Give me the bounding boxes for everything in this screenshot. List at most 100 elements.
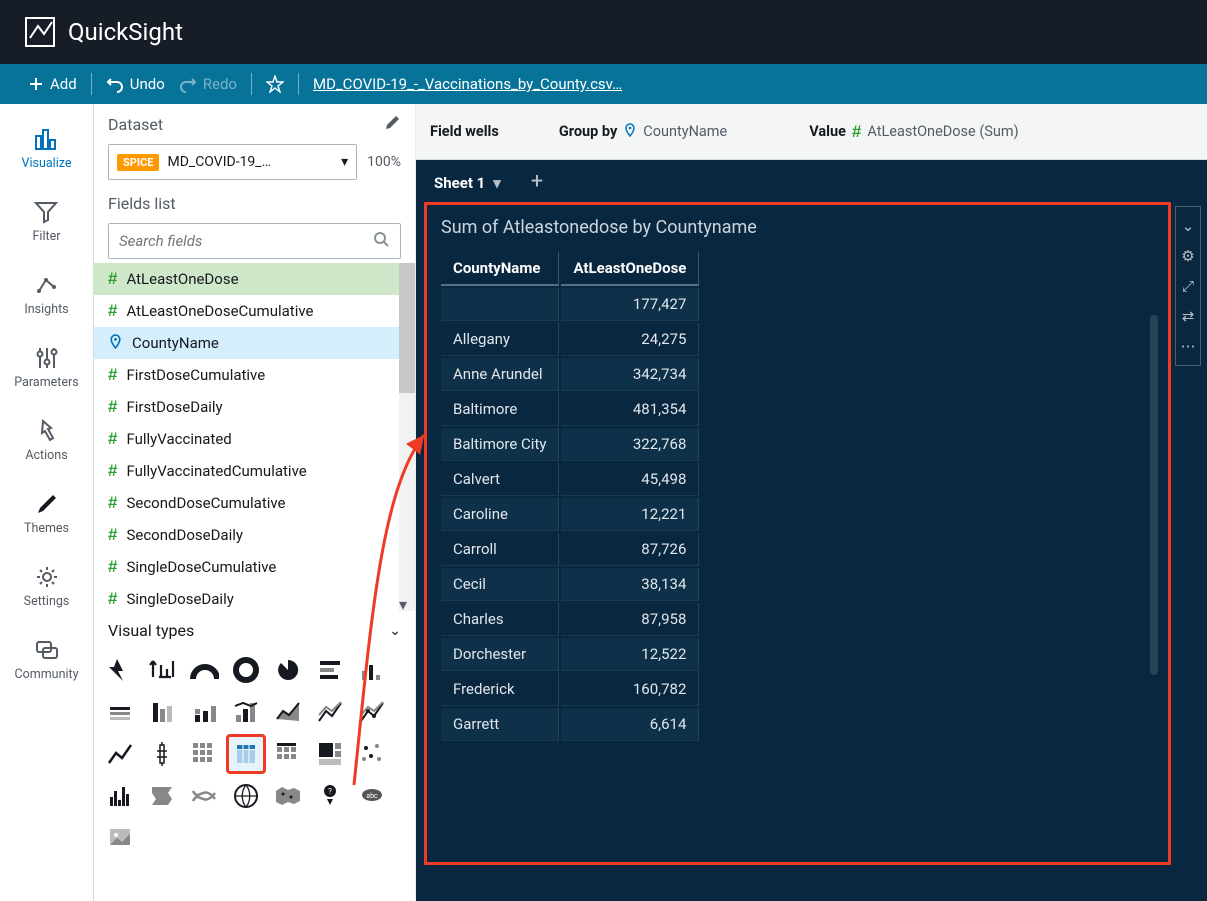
visual-type-option[interactable] [310, 692, 350, 732]
visual-type-option[interactable] [226, 734, 266, 774]
visual-type-option[interactable] [226, 650, 266, 690]
redo-button[interactable]: Redo [179, 75, 237, 93]
groupby-value[interactable]: CountyName [643, 123, 727, 140]
widget-toolbar: ⌄ ⚙ ⤢ ⇄ ⋯ [1175, 206, 1201, 366]
visual-type-option[interactable] [142, 692, 182, 732]
visual-type-option[interactable] [310, 734, 350, 774]
visual-type-option[interactable] [352, 734, 392, 774]
visual-type-option[interactable] [352, 692, 392, 732]
field-item[interactable]: #FirstDoseCumulative [94, 359, 415, 391]
visual-type-option[interactable] [352, 650, 392, 690]
canvas[interactable]: Sheet 1 ▾ + Sum of Atleastonedose by Cou… [416, 160, 1207, 901]
search-input[interactable] [119, 232, 364, 250]
visual-type-option[interactable] [100, 776, 140, 816]
table-scrollbar[interactable] [1150, 315, 1158, 675]
table-row[interactable]: Anne Arundel342,734 [441, 358, 699, 391]
location-icon [623, 123, 637, 141]
table-row[interactable]: Cecil38,134 [441, 568, 699, 601]
field-item[interactable]: #FirstDoseDaily [94, 391, 415, 423]
fields-scrollbar-thumb[interactable] [399, 263, 415, 393]
edit-dataset-icon[interactable] [385, 114, 401, 134]
nav-parameters[interactable]: Parameters [14, 339, 78, 396]
nav-insights[interactable]: Insights [24, 266, 68, 323]
table-row[interactable]: Caroline12,221 [441, 498, 699, 531]
visual-type-option[interactable] [268, 650, 308, 690]
table-header[interactable]: CountyName [441, 252, 559, 286]
search-fields[interactable] [108, 223, 401, 259]
visual-type-option[interactable]: abc [352, 776, 392, 816]
table-row[interactable]: Dorchester12,522 [441, 638, 699, 671]
visual-type-option[interactable] [184, 776, 224, 816]
visual-type-option[interactable] [142, 734, 182, 774]
sheet-tab[interactable]: Sheet 1 ▾ [426, 166, 509, 200]
field-item[interactable]: #SingleDoseDaily [94, 583, 415, 611]
field-label: FullyVaccinatedCumulative [126, 462, 306, 480]
visual-type-option[interactable] [100, 692, 140, 732]
collapse-icon[interactable]: ⌄ [389, 623, 401, 639]
fields-list-label: Fields list [108, 194, 176, 213]
gear-icon[interactable]: ⚙ [1181, 247, 1194, 265]
field-item[interactable]: #AtLeastOneDose [94, 263, 415, 295]
nav-filter[interactable]: Filter [33, 193, 61, 250]
star-button[interactable] [266, 75, 284, 93]
table-row[interactable]: Frederick160,782 [441, 673, 699, 706]
data-table: CountyNameAtLeastOneDose 177,427Allegany… [439, 250, 701, 743]
visual-type-option[interactable] [226, 692, 266, 732]
field-item[interactable]: #SecondDoseCumulative [94, 487, 415, 519]
field-item[interactable]: #FullyVaccinatedCumulative [94, 455, 415, 487]
expand-down-icon[interactable]: ⌄ [1182, 217, 1195, 235]
nav-settings[interactable]: Settings [24, 558, 70, 615]
visual-widget[interactable]: Sum of Atleastonedose by Countyname Coun… [424, 202, 1171, 865]
value-value[interactable]: AtLeastOneDose (Sum) [867, 123, 1018, 140]
table-row[interactable]: Garrett6,614 [441, 708, 699, 741]
visual-type-option[interactable] [226, 776, 266, 816]
undo-button[interactable]: Undo [106, 75, 165, 93]
table-row[interactable]: Baltimore City322,768 [441, 428, 699, 461]
visual-type-option[interactable]: ? [310, 776, 350, 816]
dataset-dropdown[interactable]: SPICE MD_COVID-19_… ▾ [108, 144, 357, 180]
visual-type-option[interactable] [184, 692, 224, 732]
nav-visualize[interactable]: Visualize [22, 120, 72, 177]
fields-more-icon[interactable]: ▾ [399, 595, 407, 614]
location-icon [108, 334, 123, 353]
field-wells[interactable]: Field wells Group by CountyName Value # … [416, 104, 1207, 160]
table-row[interactable]: Carroll87,726 [441, 533, 699, 566]
left-icon-rail: Visualize Filter Insights Parameters Act… [0, 104, 94, 901]
field-item[interactable]: #SecondDoseDaily [94, 519, 415, 551]
field-item[interactable]: CountyName [94, 327, 415, 359]
table-row[interactable]: Allegany24,275 [441, 323, 699, 356]
add-sheet-button[interactable]: + [523, 163, 551, 200]
visual-types-label: Visual types [108, 621, 194, 640]
more-icon[interactable]: ⋯ [1181, 337, 1196, 355]
number-icon: # [108, 301, 117, 321]
visual-type-option[interactable] [142, 650, 182, 690]
analysis-title[interactable]: MD_COVID-19_-_Vaccinations_by_County.csv… [313, 75, 622, 93]
add-button[interactable]: Add [28, 75, 77, 93]
visual-type-option[interactable] [268, 734, 308, 774]
field-item[interactable]: #SingleDoseCumulative [94, 551, 415, 583]
visual-type-option[interactable] [100, 734, 140, 774]
fullscreen-icon[interactable]: ⤢ [1182, 277, 1194, 295]
visual-type-option[interactable] [100, 650, 140, 690]
nav-community[interactable]: Community [14, 631, 78, 688]
table-row[interactable]: Baltimore481,354 [441, 393, 699, 426]
nav-actions[interactable]: Actions [25, 412, 67, 469]
visual-type-option[interactable] [184, 650, 224, 690]
table-row[interactable]: 177,427 [441, 288, 699, 321]
swap-icon[interactable]: ⇄ [1182, 307, 1195, 325]
visual-type-option[interactable] [268, 776, 308, 816]
field-item[interactable]: #AtLeastOneDoseCumulative [94, 295, 415, 327]
search-icon [372, 230, 390, 252]
field-item[interactable]: #FullyVaccinated [94, 423, 415, 455]
visual-type-option[interactable] [184, 734, 224, 774]
chevron-down-icon[interactable]: ▾ [493, 174, 501, 192]
nav-themes[interactable]: Themes [24, 485, 69, 542]
table-row[interactable]: Calvert45,498 [441, 463, 699, 496]
widget-title: Sum of Atleastonedose by Countyname [427, 205, 1168, 250]
visual-type-option[interactable] [310, 650, 350, 690]
visual-type-option[interactable] [142, 776, 182, 816]
visual-type-option[interactable] [100, 818, 140, 858]
table-row[interactable]: Charles87,958 [441, 603, 699, 636]
visual-type-option[interactable] [268, 692, 308, 732]
table-header[interactable]: AtLeastOneDose [561, 252, 699, 286]
